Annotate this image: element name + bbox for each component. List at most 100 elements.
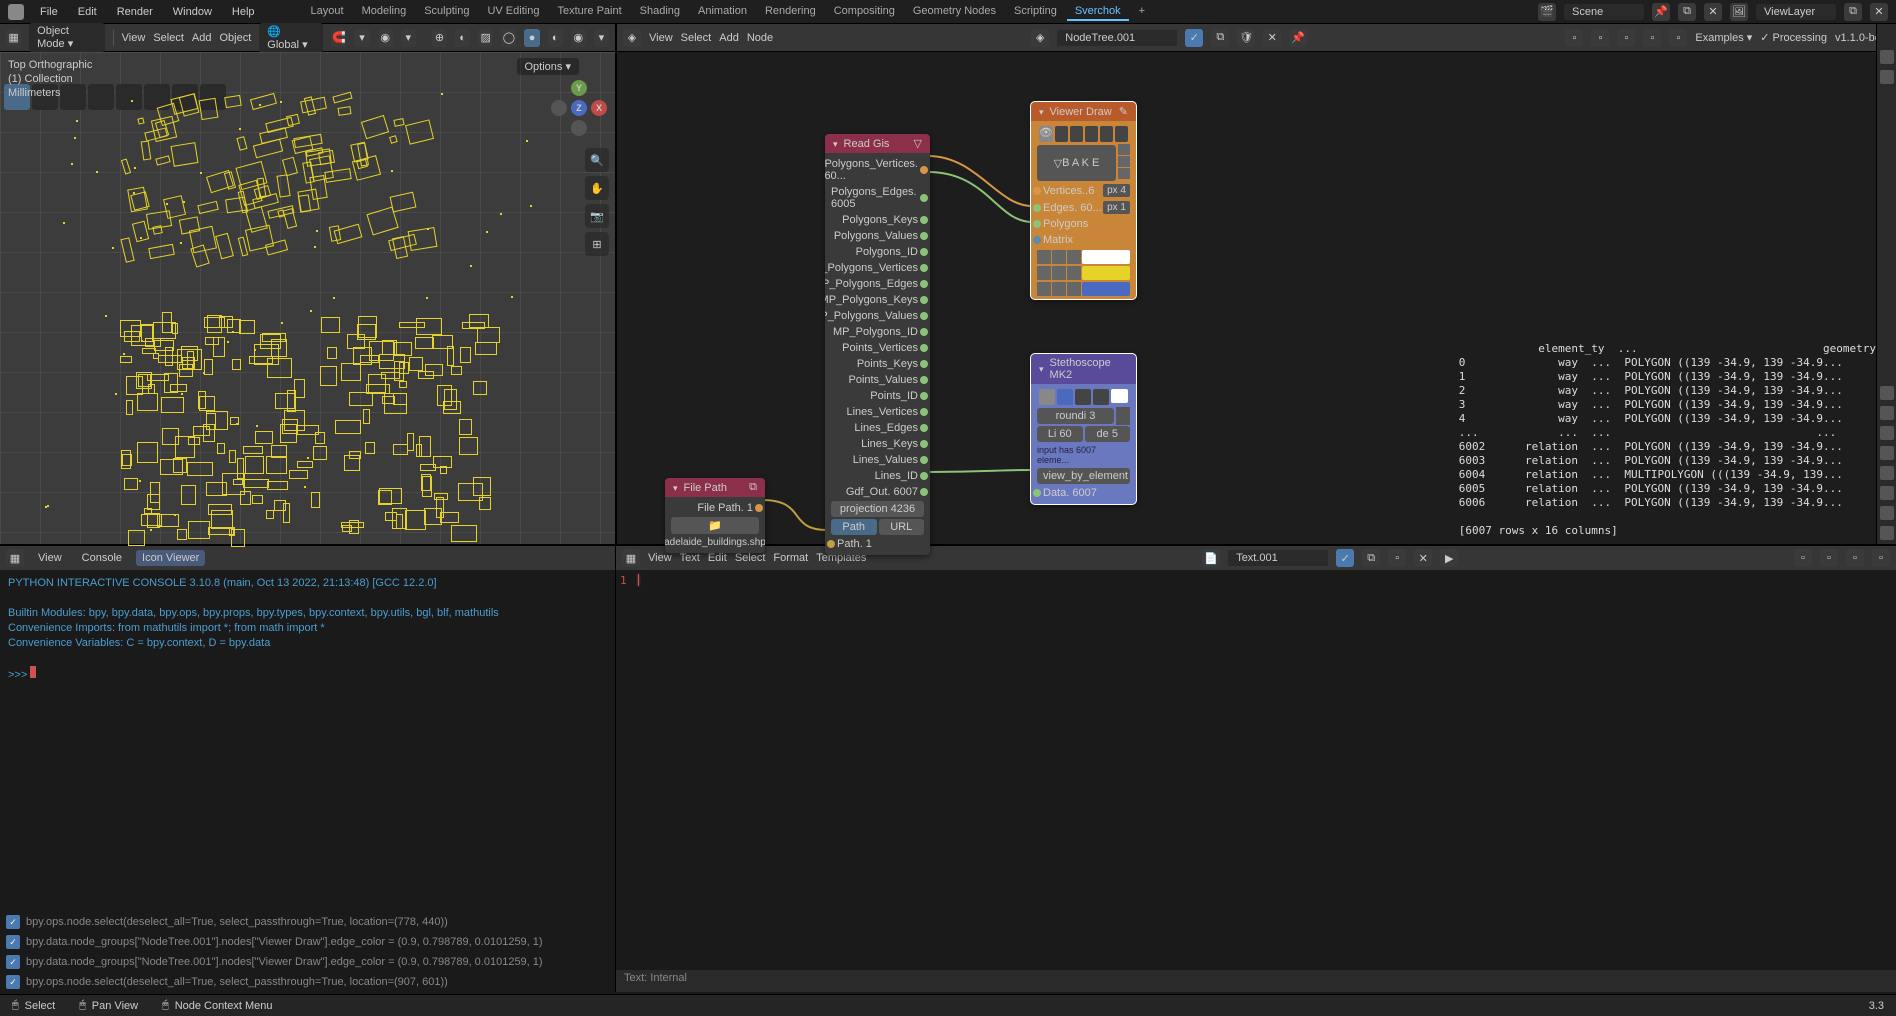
console-history-3[interactable]: ✓bpy.ops.node.select(deselect_all=True, … — [0, 972, 615, 992]
console-history-0[interactable]: ✓bpy.ops.node.select(deselect_all=True, … — [0, 912, 615, 932]
tab-sverchok[interactable]: Sverchok — [1067, 3, 1129, 21]
vd-icon-5[interactable] — [1100, 126, 1113, 142]
add-workspace-icon[interactable]: + — [1131, 3, 1153, 21]
path-button[interactable]: Path — [831, 519, 877, 535]
vp-menu-add[interactable]: Add — [192, 32, 212, 44]
vp-menu-select[interactable]: Select — [153, 32, 184, 44]
rs-icon-h[interactable] — [1880, 526, 1894, 540]
snap-options-icon[interactable]: ▾ — [354, 29, 369, 47]
node-viewer-draw[interactable]: Viewer Draw✎ 👁 ▽ B A K E — [1031, 102, 1136, 299]
projection-field[interactable]: projection 4236 — [831, 501, 924, 517]
axis-y-icon[interactable]: Y — [571, 80, 587, 96]
text-name-input[interactable] — [1228, 550, 1328, 566]
vd-icon-3[interactable] — [1070, 126, 1083, 142]
vp-menu-object[interactable]: Object — [219, 32, 251, 44]
node-read-gis-header[interactable]: Read Gis▽ — [825, 134, 930, 153]
tab-scripting[interactable]: Scripting — [1006, 3, 1065, 21]
tab-uvediting[interactable]: UV Editing — [479, 3, 547, 21]
shading-render-icon[interactable]: ◉ — [571, 29, 586, 47]
vd-color-row-2[interactable] — [1037, 266, 1130, 280]
viewport-options-dropdown[interactable]: Options ▾ — [517, 58, 580, 75]
rs-icon-c[interactable] — [1880, 426, 1894, 440]
close-icon[interactable]: ✕ — [1704, 3, 1722, 21]
shading-options-icon[interactable]: ▾ — [594, 29, 609, 47]
vd-color-row-3[interactable] — [1037, 282, 1130, 296]
view-by-element-button[interactable]: view_by_element — [1037, 468, 1130, 484]
node-viewer-draw-header[interactable]: Viewer Draw✎ — [1031, 102, 1136, 121]
te-menu-format[interactable]: Format — [773, 552, 808, 564]
text-block-icon[interactable]: 📄 — [1202, 549, 1220, 567]
console-tab-console[interactable]: Console — [76, 550, 128, 566]
te-menu-edit[interactable]: Edit — [708, 552, 727, 564]
te-menu-text[interactable]: Text — [680, 552, 700, 564]
ne-menu-view[interactable]: View — [649, 32, 673, 44]
vd-color-row-1[interactable] — [1037, 250, 1130, 264]
text-fake-user-icon[interactable]: ✓ — [1336, 549, 1354, 567]
overlay-icon[interactable]: ◐ — [455, 29, 470, 47]
vd-side-1[interactable] — [1118, 144, 1130, 155]
st-icon-4[interactable] — [1093, 389, 1109, 405]
te-opt-1[interactable]: ▫ — [1794, 549, 1812, 567]
copy-vl-icon[interactable]: ⧉ — [1844, 3, 1862, 21]
orientation-dropdown[interactable]: 🌐 Global ▾ — [259, 23, 323, 53]
node-file-path-header[interactable]: File Path⧉ — [665, 478, 765, 497]
sv-icon-4[interactable]: ▫ — [1643, 29, 1661, 47]
axis-neg-y-icon[interactable] — [571, 120, 587, 136]
url-button[interactable]: URL — [879, 519, 925, 535]
tab-geonodes[interactable]: Geometry Nodes — [905, 3, 1004, 21]
st-icon-1[interactable] — [1039, 389, 1055, 405]
rs-icon-a[interactable] — [1880, 386, 1894, 400]
viewlayer-field[interactable]: ViewLayer — [1756, 4, 1836, 20]
scene-icon[interactable]: 🎬 — [1538, 3, 1556, 21]
st-color[interactable] — [1111, 389, 1128, 403]
st-roundi[interactable]: roundi 3 — [1037, 408, 1114, 424]
menu-help[interactable]: Help — [224, 4, 263, 20]
close-tree-icon[interactable]: ✕ — [1263, 29, 1281, 47]
gizmo-icon[interactable]: ⊕ — [432, 29, 447, 47]
console-body[interactable]: PYTHON INTERACTIVE CONSOLE 3.10.8 (main,… — [0, 570, 615, 912]
menu-file[interactable]: File — [32, 4, 66, 20]
tab-layout[interactable]: Layout — [303, 3, 352, 21]
st-icon-3[interactable] — [1075, 389, 1091, 405]
text-copy-icon[interactable]: ⧉ — [1362, 549, 1380, 567]
st-de[interactable]: de 5 — [1085, 426, 1131, 442]
axis-x-icon[interactable]: X — [591, 100, 607, 116]
te-menu-view[interactable]: View — [648, 552, 672, 564]
text-editor-icon[interactable]: ▦ — [622, 549, 640, 567]
te-opt-4[interactable]: ▫ — [1872, 549, 1890, 567]
vd-side-3[interactable] — [1118, 168, 1130, 179]
ne-menu-node[interactable]: Node — [747, 32, 773, 44]
text-close-icon[interactable]: ✕ — [1414, 549, 1432, 567]
vd-icon-2[interactable] — [1055, 126, 1068, 142]
shading-matcap-icon[interactable]: ◐ — [548, 29, 563, 47]
text-editor[interactable]: ▦ View Text Edit Select Format Templates… — [616, 546, 1896, 992]
vp-menu-view[interactable]: View — [122, 32, 146, 44]
vd-eye-icon[interactable]: 👁 — [1039, 126, 1053, 142]
copy-tree-icon[interactable]: ⧉ — [1211, 29, 1229, 47]
perspective-icon[interactable]: ⊞ — [585, 232, 609, 256]
copy-icon[interactable]: ⧉ — [1678, 3, 1696, 21]
nodetree-name-input[interactable] — [1057, 30, 1177, 46]
vd-icon-6[interactable] — [1115, 126, 1128, 142]
snap-icon[interactable]: 🧲 — [331, 29, 346, 47]
console-history-1[interactable]: ✓bpy.data.node_groups["NodeTree.001"].no… — [0, 932, 615, 952]
st-li[interactable]: Li 60 — [1037, 426, 1083, 442]
proportional-options-icon[interactable]: ▾ — [401, 29, 416, 47]
fake-user-icon[interactable]: ✓ — [1185, 29, 1203, 47]
rs-arrow-icon[interactable] — [1880, 50, 1894, 64]
sv-icon-2[interactable]: ▫ — [1591, 29, 1609, 47]
rs-icon-d[interactable] — [1880, 446, 1894, 460]
st-filter-icon[interactable] — [1116, 407, 1130, 425]
xray-icon[interactable]: ▨ — [478, 29, 493, 47]
sv-icon-3[interactable]: ▫ — [1617, 29, 1635, 47]
rs-icon-g[interactable] — [1880, 506, 1894, 520]
axis-z-icon[interactable]: Z — [571, 100, 587, 116]
menu-edit[interactable]: Edit — [70, 4, 105, 20]
viewlayer-icon[interactable]: 🖼 — [1730, 3, 1748, 21]
sv-icon-1[interactable]: ▫ — [1565, 29, 1583, 47]
text-editor-body[interactable]: 1 — [616, 570, 1896, 970]
ne-menu-select[interactable]: Select — [681, 32, 712, 44]
pan-icon[interactable]: ✋ — [585, 176, 609, 200]
sv-icon-5[interactable]: ▫ — [1669, 29, 1687, 47]
rs-icon-b[interactable] — [1880, 406, 1894, 420]
